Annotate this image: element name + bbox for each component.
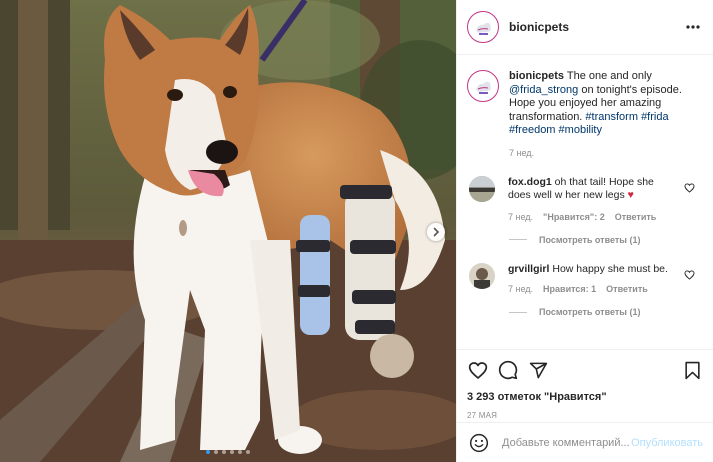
like-comment-button[interactable] [684, 267, 695, 285]
avatar-image [469, 262, 495, 289]
author-avatar[interactable] [467, 11, 499, 43]
next-slide-button[interactable] [427, 223, 445, 241]
hashtag-frida[interactable]: #frida [641, 111, 669, 123]
comment-likes[interactable]: Нравится: 1 [543, 284, 596, 294]
likes-count[interactable]: 3 293 отметок "Нравится" [467, 391, 703, 403]
like-comment-button[interactable] [684, 180, 695, 198]
hashtag-transform[interactable]: #transform [585, 111, 638, 123]
chevron-right-icon [433, 227, 440, 237]
caption-mention[interactable]: @frida_strong [509, 84, 578, 96]
comment-timestamp[interactable]: 7 нед. [508, 212, 533, 222]
comment-button[interactable] [497, 359, 519, 381]
share-button[interactable] [527, 359, 549, 381]
comment-icon [498, 360, 518, 380]
comment-likes[interactable]: "Нравится": 2 [543, 212, 605, 222]
reply-button[interactable]: Ответить [615, 212, 657, 222]
caption-author-avatar[interactable] [467, 70, 499, 102]
carousel-dot [206, 450, 210, 454]
like-button[interactable] [467, 359, 489, 381]
carousel-dot [214, 450, 218, 454]
add-comment-bar: Опубликовать [457, 422, 713, 462]
carousel-dot [230, 450, 234, 454]
heart-icon [684, 269, 695, 280]
bionicpets-logo-icon [469, 13, 497, 41]
commenter-avatar[interactable] [469, 175, 495, 202]
heart-icon [684, 182, 695, 193]
author-username[interactable]: bionicpets [509, 20, 683, 34]
post-photo[interactable] [0, 0, 456, 462]
comment-text: grvillgirl How happy she must be. [508, 263, 668, 277]
view-replies-label: Посмотреть ответы (1) [539, 307, 641, 317]
caption-timestamp[interactable]: 7 нед. [509, 148, 699, 158]
reply-button[interactable]: Ответить [606, 284, 648, 294]
comments-section: bionicpets The one and only @frida_stron… [457, 56, 713, 348]
heart-icon [468, 361, 488, 379]
carousel-dot [238, 450, 242, 454]
view-replies-button[interactable]: Посмотреть ответы (1) [509, 307, 713, 317]
comment-item: fox.dog1 oh that tail! Hope she does wel… [457, 175, 713, 222]
post-header: bionicpets [457, 0, 713, 55]
more-icon [686, 25, 700, 29]
dog-photo-image [0, 0, 456, 462]
more-options-button[interactable] [683, 17, 703, 37]
comment-item: grvillgirl How happy she must be. 7 нед.… [457, 262, 713, 294]
save-button[interactable] [681, 359, 703, 381]
emoji-icon[interactable] [469, 433, 489, 453]
comment-meta: 7 нед. Нравится: 1 Ответить [508, 284, 668, 294]
carousel-dot [246, 450, 250, 454]
post-side-panel: bionicpets bionicpets The one and only @… [456, 0, 713, 462]
comment-timestamp[interactable]: 7 нед. [508, 284, 533, 294]
caption-text: bionicpets The one and only @frida_stron… [509, 70, 699, 138]
hashtag-mobility[interactable]: #mobility [559, 124, 602, 136]
share-icon [529, 362, 547, 378]
carousel-dot [222, 450, 226, 454]
post-date[interactable]: 27 МАЯ [467, 411, 703, 420]
hashtag-freedom[interactable]: #freedom [509, 124, 555, 136]
publish-button[interactable]: Опубликовать [631, 437, 703, 449]
replies-divider [509, 311, 527, 313]
view-replies-button[interactable]: Посмотреть ответы (1) [509, 235, 713, 245]
comment-content: How happy she must be. [549, 262, 668, 275]
carousel-indicators [0, 450, 456, 454]
comment-username[interactable]: grvillgirl [508, 263, 549, 275]
post-actions: 3 293 отметок "Нравится" 27 МАЯ [457, 349, 713, 420]
comment-username[interactable]: fox.dog1 [508, 176, 552, 188]
action-bar [467, 358, 703, 382]
caption-username[interactable]: bionicpets [509, 70, 564, 82]
comment-input[interactable] [502, 436, 632, 449]
red-heart-emoji: ♥ [627, 189, 634, 201]
commenter-avatar[interactable] [469, 262, 495, 289]
view-replies-label: Посмотреть ответы (1) [539, 234, 641, 245]
bookmark-icon [684, 361, 700, 379]
caption-text-part-1: The one and only [564, 70, 652, 82]
comment-text: fox.dog1 oh that tail! Hope she does wel… [508, 176, 668, 203]
comment-meta: 7 нед. "Нравится": 2 Ответить [508, 212, 668, 222]
replies-divider [509, 239, 527, 240]
avatar-image [469, 175, 495, 202]
post-caption: bionicpets The one and only @frida_stron… [457, 56, 713, 158]
bionicpets-logo-icon [469, 72, 497, 100]
